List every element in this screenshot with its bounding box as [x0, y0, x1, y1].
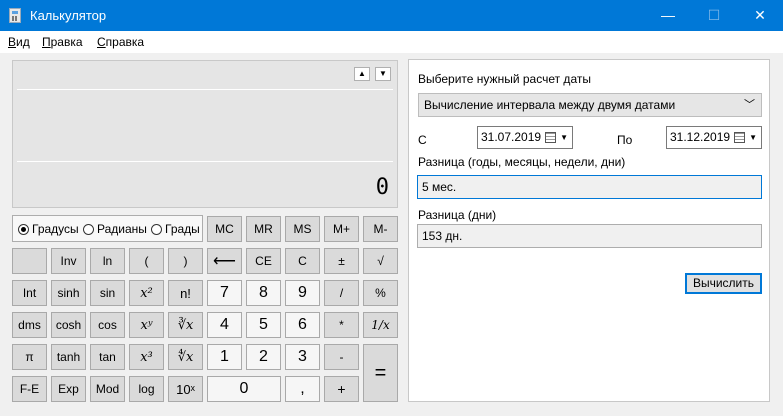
- percent-key[interactable]: %: [363, 280, 398, 306]
- to-date-picker[interactable]: 31.12.2019 ▼: [666, 126, 762, 149]
- digit-6-key[interactable]: 6: [285, 312, 320, 338]
- angle-mode-group: Градусы Радианы Грады: [12, 215, 203, 242]
- radio-unchecked-icon: [151, 223, 162, 235]
- difference-days-field[interactable]: 153 дн.: [417, 224, 762, 248]
- sinh-key[interactable]: sinh: [51, 280, 86, 306]
- plus-minus-key[interactable]: ±: [324, 248, 359, 274]
- digit-7-key[interactable]: 7: [207, 280, 242, 306]
- radio-unchecked-icon: [83, 223, 94, 235]
- multiply-key[interactable]: *: [324, 312, 359, 338]
- radio-degrees[interactable]: Градусы: [18, 222, 79, 236]
- digit-8-key[interactable]: 8: [246, 280, 281, 306]
- radio-checked-icon: [18, 223, 29, 235]
- menu-help[interactable]: Справка: [97, 35, 144, 49]
- m-plus-button[interactable]: M+: [324, 216, 359, 242]
- x-squared-key[interactable]: x²: [129, 280, 164, 306]
- ten-power-x-key[interactable]: 10ˣ: [168, 376, 203, 402]
- backspace-key[interactable]: ⟵: [207, 248, 242, 274]
- inv-key[interactable]: Inv: [51, 248, 86, 274]
- digit-2-key[interactable]: 2: [246, 344, 281, 370]
- y-root-x-key[interactable]: ∛x: [168, 312, 203, 338]
- chevron-down-icon: ﹀: [744, 99, 755, 111]
- digit-1-key[interactable]: 1: [207, 344, 242, 370]
- title-bar: Калькулятор — ☐ ✕: [0, 0, 783, 31]
- equals-key[interactable]: =: [363, 344, 398, 402]
- minimize-button[interactable]: —: [645, 0, 691, 31]
- calendar-icon: [545, 132, 556, 143]
- ms-button[interactable]: MS: [285, 216, 320, 242]
- digit-5-key[interactable]: 5: [246, 312, 281, 338]
- history-up-button[interactable]: ▲: [354, 67, 370, 81]
- menu-bar: Вид Правка Справка: [0, 31, 783, 53]
- cosh-key[interactable]: cosh: [51, 312, 86, 338]
- calculator-panel: ▲ ▼ 0 Градусы Радианы Грады MC MR MS M+ …: [11, 60, 400, 403]
- mc-button[interactable]: MC: [207, 216, 242, 242]
- radio-grads[interactable]: Грады: [151, 222, 200, 236]
- m-minus-button[interactable]: M-: [363, 216, 398, 242]
- display: ▲ ▼ 0: [12, 60, 398, 208]
- maximize-button[interactable]: ☐: [691, 0, 737, 31]
- x-power-y-key[interactable]: xʸ: [129, 312, 164, 338]
- close-button[interactable]: ✕: [737, 0, 783, 31]
- decimal-key[interactable]: ,: [285, 376, 320, 402]
- pi-key[interactable]: π: [12, 344, 47, 370]
- from-date-picker[interactable]: 31.07.2019 ▼: [477, 126, 573, 149]
- cos-key[interactable]: cos: [90, 312, 125, 338]
- sqrt-key[interactable]: √: [363, 248, 398, 274]
- tanh-key[interactable]: tanh: [51, 344, 86, 370]
- radio-radians[interactable]: Радианы: [83, 222, 147, 236]
- tan-key[interactable]: tan: [90, 344, 125, 370]
- subtract-key[interactable]: -: [324, 344, 359, 370]
- digit-9-key[interactable]: 9: [285, 280, 320, 306]
- calculate-button[interactable]: Вычислить: [685, 273, 762, 294]
- difference-days-label: Разница (дни): [418, 208, 497, 222]
- digit-0-key[interactable]: 0: [207, 376, 281, 402]
- factorial-key[interactable]: n!: [168, 280, 203, 306]
- window-title: Калькулятор: [30, 8, 107, 23]
- divide-key[interactable]: /: [324, 280, 359, 306]
- ln-key[interactable]: ln: [90, 248, 125, 274]
- x-cubed-key[interactable]: x³: [129, 344, 164, 370]
- to-label: По: [617, 133, 633, 147]
- sin-key[interactable]: sin: [90, 280, 125, 306]
- open-paren-key[interactable]: (: [129, 248, 164, 274]
- history-down-button[interactable]: ▼: [375, 67, 391, 81]
- display-value: 0: [375, 175, 389, 200]
- reciprocal-key[interactable]: 1/x: [363, 312, 398, 338]
- difference-label: Разница (годы, месяцы, недели, дни): [418, 155, 626, 169]
- ce-key[interactable]: CE: [246, 248, 281, 274]
- digit-4-key[interactable]: 4: [207, 312, 242, 338]
- dropdown-arrow-icon: ▼: [560, 133, 568, 142]
- mod-key[interactable]: Mod: [90, 376, 125, 402]
- difference-field[interactable]: 5 мес.: [417, 175, 762, 199]
- fe-key[interactable]: F-E: [12, 376, 47, 402]
- date-calc-header: Выберите нужный расчет даты: [418, 72, 591, 86]
- exp-key[interactable]: Exp: [51, 376, 86, 402]
- date-calc-mode-select[interactable]: Вычисление интервала между двумя датами …: [418, 93, 762, 117]
- log-key[interactable]: log: [129, 376, 164, 402]
- mr-button[interactable]: MR: [246, 216, 281, 242]
- int-key[interactable]: Int: [12, 280, 47, 306]
- menu-edit[interactable]: Правка: [42, 35, 83, 49]
- add-key[interactable]: +: [324, 376, 359, 402]
- calendar-icon: [734, 132, 745, 143]
- c-key[interactable]: C: [285, 248, 320, 274]
- menu-view[interactable]: Вид: [8, 35, 30, 49]
- cube-root-key[interactable]: ∜x: [168, 344, 203, 370]
- calculator-icon: [9, 8, 21, 23]
- close-paren-key[interactable]: ): [168, 248, 203, 274]
- digit-3-key[interactable]: 3: [285, 344, 320, 370]
- dropdown-arrow-icon: ▼: [749, 133, 757, 142]
- dms-key[interactable]: dms: [12, 312, 47, 338]
- from-label: С: [418, 133, 427, 147]
- date-calculation-panel: Выберите нужный расчет даты Вычисление и…: [408, 59, 770, 402]
- blank-key[interactable]: [12, 248, 47, 274]
